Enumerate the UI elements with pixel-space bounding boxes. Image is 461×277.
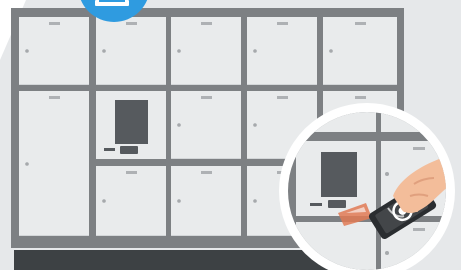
locker-knob-5 xyxy=(177,123,181,127)
locker-door-6 xyxy=(171,166,241,236)
locker-handle-4 xyxy=(201,22,212,25)
panel-slot-large xyxy=(120,146,138,154)
locker-door-0 xyxy=(19,17,89,85)
locker-knob-2 xyxy=(102,49,106,53)
locker-knob-1 xyxy=(25,162,29,166)
zoom-panel-screen xyxy=(321,152,357,197)
locker-knob-0 xyxy=(25,49,29,53)
locker-door-4 xyxy=(171,17,241,85)
locker-handle-0 xyxy=(49,22,60,25)
locker-handle-6 xyxy=(201,171,212,174)
locker-door-10 xyxy=(323,17,397,85)
locker-knob-10 xyxy=(329,49,333,53)
locker-handle-5 xyxy=(201,96,212,99)
locker-knob-3 xyxy=(102,199,106,203)
locker-handle-3 xyxy=(126,171,137,174)
panel-slot-small xyxy=(104,148,115,151)
locker-handle-10 xyxy=(355,22,366,25)
locker-door-1 xyxy=(19,91,89,236)
locker-knob-4 xyxy=(177,49,181,53)
locker-door-2 xyxy=(96,17,166,85)
locker-handle-7 xyxy=(277,22,288,25)
panel-screen xyxy=(115,100,148,144)
locker-knob-7 xyxy=(253,49,257,53)
locker-door-5 xyxy=(171,91,241,159)
locker-knob-9 xyxy=(253,199,257,203)
locker-handle-11 xyxy=(355,96,366,99)
locker-door-3 xyxy=(96,166,166,236)
tablet-icon xyxy=(95,0,129,6)
locker-knob-8 xyxy=(253,123,257,127)
locker-handle-8 xyxy=(277,96,288,99)
locker-knob-6 xyxy=(177,199,181,203)
locker-handle-2 xyxy=(126,22,137,25)
locker-illustration xyxy=(0,0,461,277)
locker-handle-1 xyxy=(49,96,60,99)
locker-door-7 xyxy=(247,17,317,85)
